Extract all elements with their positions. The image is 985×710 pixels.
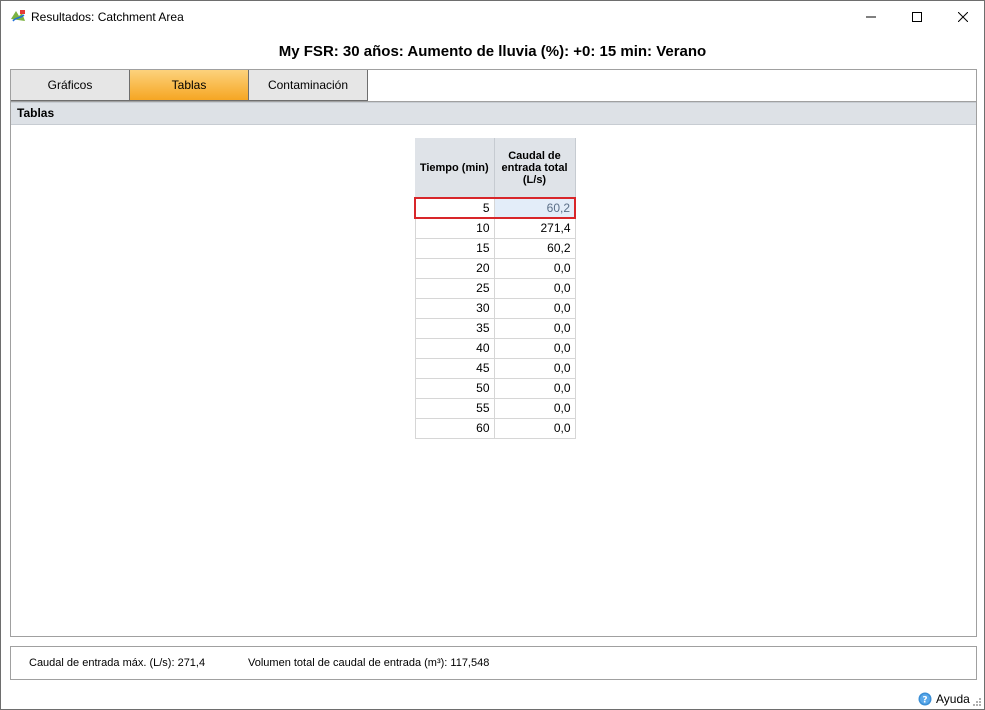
summary-bar: Caudal de entrada máx. (L/s): 271,4 Volu… <box>10 646 977 680</box>
table-row[interactable]: 35 0,0 <box>414 318 576 339</box>
column-header-inflow[interactable]: Caudal de entrada total (L/s) <box>494 138 576 199</box>
time-cell[interactable]: 30 <box>414 298 495 319</box>
table-row[interactable]: 20 0,0 <box>414 258 576 279</box>
table-row[interactable]: 5 60,2 <box>414 197 576 219</box>
inflow-cell[interactable]: 271,4 <box>493 218 576 239</box>
table-header-row: Tiempo (min) Caudal de entrada total (L/… <box>415 138 576 199</box>
inflow-cell[interactable]: 0,0 <box>493 398 576 419</box>
table-row[interactable]: 30 0,0 <box>414 298 576 319</box>
table-row[interactable]: 25 0,0 <box>414 278 576 299</box>
close-icon <box>958 11 968 22</box>
time-cell[interactable]: 50 <box>414 378 495 399</box>
max-inflow-text: Caudal de entrada máx. (L/s): 271,4 <box>29 657 206 669</box>
tab-tablas[interactable]: Tablas <box>130 70 249 101</box>
time-cell[interactable]: 45 <box>414 358 495 379</box>
table-row[interactable]: 60 0,0 <box>414 418 576 439</box>
minimize-button[interactable] <box>848 1 894 32</box>
inflow-cell[interactable]: 60,2 <box>493 238 576 259</box>
inflow-cell[interactable]: 0,0 <box>493 418 576 439</box>
time-cell[interactable]: 60 <box>414 418 495 439</box>
inflow-cell[interactable]: 0,0 <box>493 338 576 359</box>
time-cell[interactable]: 10 <box>414 218 495 239</box>
table-row[interactable]: 50 0,0 <box>414 378 576 399</box>
inflow-cell[interactable]: 0,0 <box>493 298 576 319</box>
total-volume-text: Volumen total de caudal de entrada (m³):… <box>248 657 490 669</box>
tab-graficos[interactable]: Gráficos <box>11 70 130 101</box>
table-row[interactable]: 40 0,0 <box>414 338 576 359</box>
maximize-button[interactable] <box>894 1 940 32</box>
help-button[interactable]: ? Ayuda <box>918 692 970 706</box>
resize-grip-icon[interactable] <box>971 696 981 706</box>
title-bar[interactable]: Resultados: Catchment Area <box>1 1 984 32</box>
tables-panel: Tablas Tiempo (min) Caudal de entrada to… <box>10 101 977 637</box>
app-icon <box>11 10 25 22</box>
inflow-cell[interactable]: 0,0 <box>493 258 576 279</box>
results-window: Resultados: Catchment Area My FSR: 30 añ… <box>0 0 985 710</box>
table-row[interactable]: 45 0,0 <box>414 358 576 379</box>
table-row[interactable]: 15 60,2 <box>414 238 576 259</box>
tab-bar: Gráficos Tablas Contaminación <box>10 69 977 101</box>
table-row[interactable]: 55 0,0 <box>414 398 576 419</box>
time-cell[interactable]: 20 <box>414 258 495 279</box>
close-button[interactable] <box>940 1 985 32</box>
results-table[interactable]: Tiempo (min) Caudal de entrada total (L/… <box>414 138 576 439</box>
inflow-cell[interactable]: 0,0 <box>493 358 576 379</box>
svg-text:?: ? <box>922 696 927 706</box>
maximize-icon <box>912 11 922 22</box>
time-cell[interactable]: 40 <box>414 338 495 359</box>
column-header-time[interactable]: Tiempo (min) <box>415 138 495 199</box>
inflow-cell[interactable]: 0,0 <box>493 278 576 299</box>
time-cell[interactable]: 55 <box>414 398 495 419</box>
time-cell[interactable]: 25 <box>414 278 495 299</box>
tab-contaminacion[interactable]: Contaminación <box>249 70 368 101</box>
window-title: Resultados: Catchment Area <box>31 10 184 24</box>
time-cell[interactable]: 35 <box>414 318 495 339</box>
inflow-cell[interactable]: 60,2 <box>493 197 576 219</box>
help-label: Ayuda <box>936 692 970 706</box>
inflow-cell[interactable]: 0,0 <box>493 378 576 399</box>
table-row[interactable]: 10 271,4 <box>414 218 576 239</box>
time-cell[interactable]: 15 <box>414 238 495 259</box>
time-cell[interactable]: 5 <box>414 197 495 219</box>
panel-header: Tablas <box>11 102 976 125</box>
table-body: 5 60,2 10 271,4 15 60,2 20 0,0 25 0,0 30 0,0 35 0,0 40… <box>414 197 576 439</box>
minimize-icon <box>866 16 876 17</box>
report-title: My FSR: 30 años: Aumento de lluvia (%): … <box>278 43 707 60</box>
inflow-cell[interactable]: 0,0 <box>493 318 576 339</box>
help-icon: ? <box>918 692 932 706</box>
